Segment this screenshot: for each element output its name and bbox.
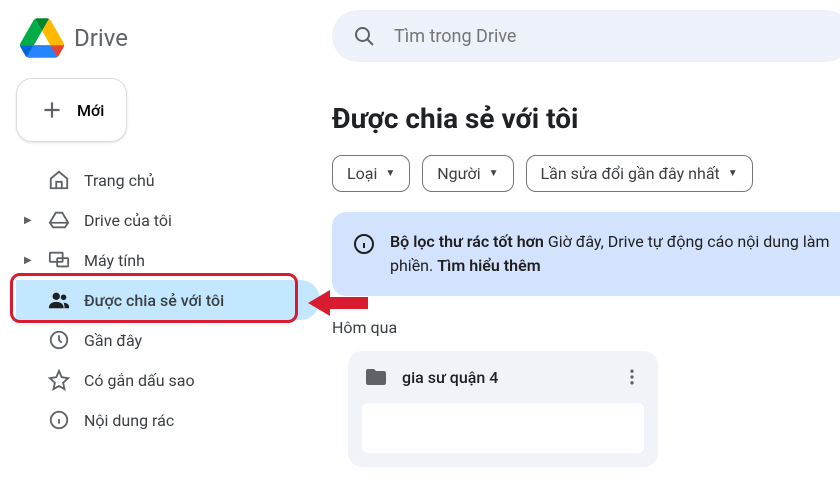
people-icon: [48, 289, 70, 311]
chevron-down-icon: ▼: [385, 168, 395, 179]
plus-icon: [39, 97, 65, 123]
drive-logo-icon: [20, 18, 64, 58]
new-button-label: Mới: [77, 101, 104, 120]
sidebar-item-my-drive[interactable]: ▶ Drive của tôi: [16, 200, 320, 240]
home-icon: [48, 169, 70, 191]
folder-card[interactable]: gia sư quận 4: [348, 351, 658, 467]
new-button[interactable]: Mới: [16, 78, 127, 142]
info-icon: [48, 409, 70, 431]
sidebar-item-label: Drive của tôi: [84, 211, 172, 230]
sidebar-item-label: Gần đây: [84, 331, 142, 350]
computer-icon: [48, 249, 70, 271]
sidebar-item-label: Máy tính: [84, 251, 145, 270]
drive-icon: [48, 209, 70, 231]
info-banner: Bộ lọc thư rác tốt hơn Giờ đây, Drive tự…: [332, 212, 840, 296]
search-bar[interactable]: [332, 10, 840, 62]
sidebar-item-label: Được chia sẻ với tôi: [84, 291, 224, 310]
search-icon: [352, 24, 376, 48]
sidebar-item-shared-with-me[interactable]: Được chia sẻ với tôi: [16, 280, 320, 320]
app-logo[interactable]: Drive: [16, 8, 320, 78]
sidebar-item-computers[interactable]: ▶ Máy tính: [16, 240, 320, 280]
clock-icon: [48, 329, 70, 351]
filter-modified[interactable]: Lần sửa đổi gần đây nhất▼: [526, 155, 753, 192]
banner-title: Bộ lọc thư rác tốt hơn: [390, 232, 544, 251]
folder-name: gia sư quận 4: [402, 368, 608, 387]
page-title: Được chia sẻ với tôi: [332, 102, 840, 135]
star-icon: [48, 369, 70, 391]
sidebar-item-recent[interactable]: Gần đây: [16, 320, 320, 360]
banner-learn-more-link[interactable]: Tìm hiểu thêm: [437, 256, 540, 275]
sidebar-item-label: Trang chủ: [84, 171, 155, 190]
sidebar-item-trash[interactable]: Nội dung rác: [16, 400, 320, 440]
sidebar-item-label: Có gắn dấu sao: [84, 371, 195, 390]
chevron-down-icon: ▼: [489, 168, 499, 179]
sidebar-item-label: Nội dung rác: [84, 411, 174, 430]
filter-people[interactable]: Người▼: [422, 155, 513, 192]
folder-preview: [362, 403, 644, 453]
sidebar-item-starred[interactable]: Có gắn dấu sao: [16, 360, 320, 400]
chevron-down-icon: ▼: [728, 168, 738, 179]
filter-type[interactable]: Loại▼: [332, 155, 410, 192]
folder-icon: [364, 365, 388, 389]
expand-icon[interactable]: ▶: [24, 255, 34, 266]
expand-icon[interactable]: ▶: [24, 215, 34, 226]
info-icon: [352, 232, 376, 256]
search-input[interactable]: [394, 26, 832, 47]
sidebar-item-home[interactable]: Trang chủ: [16, 160, 320, 200]
section-label-yesterday: Hôm qua: [332, 318, 840, 337]
more-icon[interactable]: [622, 367, 642, 387]
app-name: Drive: [74, 24, 128, 52]
